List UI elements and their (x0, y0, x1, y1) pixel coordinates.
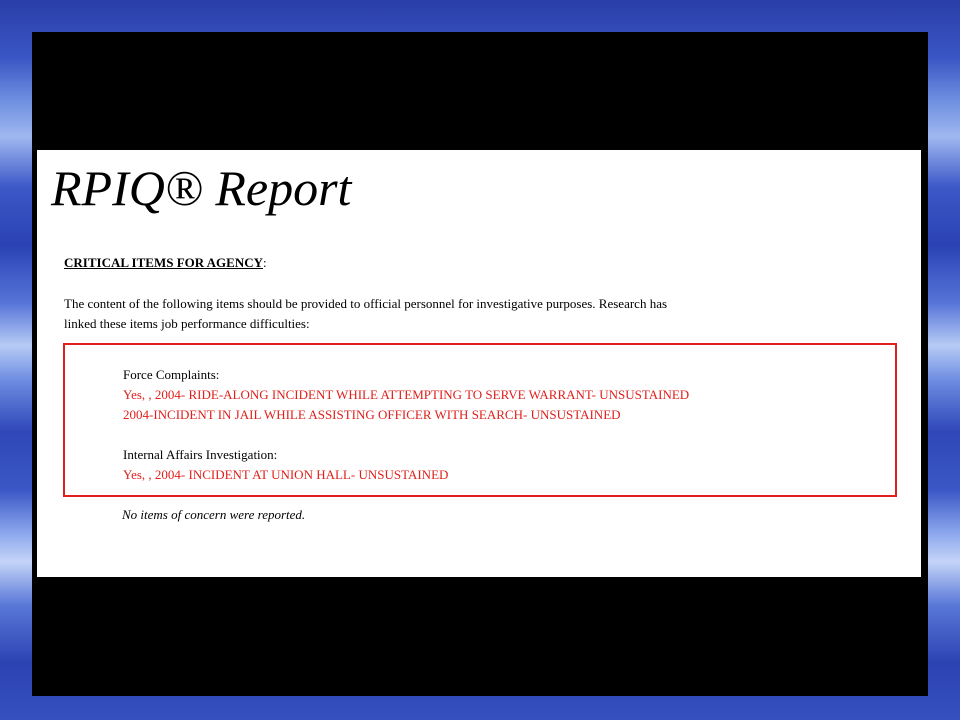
critical-items-highlight-box: Force Complaints: Yes, , 2004- RIDE-ALON… (63, 343, 897, 497)
force-complaints-block: Force Complaints: Yes, , 2004- RIDE-ALON… (123, 365, 689, 425)
force-complaint-detail: Yes, , 2004- RIDE-ALONG INCIDENT WHILE A… (123, 387, 690, 402)
internal-affairs-label: Internal Affairs Investigation: (123, 447, 278, 462)
intro-paragraph: The content of the following items shoul… (64, 294, 824, 334)
report-title: RPIQ® Report (51, 160, 352, 216)
report-document: RPIQ® Report CRITICAL ITEMS FOR AGENCY: … (37, 150, 921, 577)
intro-line: The content of the following items shoul… (64, 296, 668, 311)
intro-line: linked these items job performance diffi… (64, 316, 310, 331)
section-heading-colon: : (263, 255, 267, 270)
internal-affairs-block: Internal Affairs Investigation: Yes, , 2… (123, 445, 448, 485)
force-complaint-detail: 2004-INCIDENT IN JAIL WHILE ASSISTING OF… (123, 407, 621, 422)
internal-affairs-detail: Yes, , 2004- INCIDENT AT UNION HALL- UNS… (123, 467, 449, 482)
force-complaints-label: Force Complaints: (123, 367, 220, 382)
no-concern-note: No items of concern were reported. (122, 507, 306, 522)
section-heading-text: CRITICAL ITEMS FOR AGENCY (64, 255, 264, 270)
section-heading: CRITICAL ITEMS FOR AGENCY: (64, 254, 267, 272)
